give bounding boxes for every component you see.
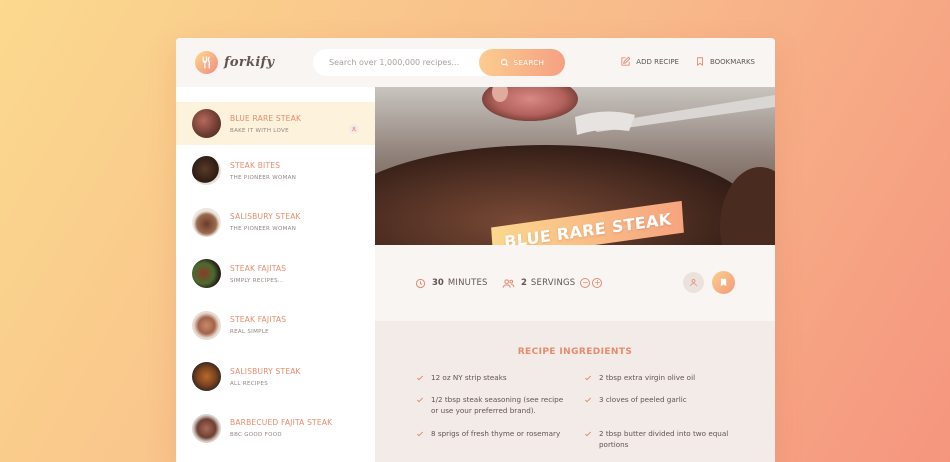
recipe-thumbnail (192, 207, 221, 237)
clock-icon (415, 278, 426, 288)
app-container: forkify SEARCH ADD RECIPE BOOKMARKS (176, 38, 775, 462)
header: forkify SEARCH ADD RECIPE BOOKMARKS (176, 38, 775, 87)
search-input[interactable] (313, 58, 473, 67)
servings: 2 SERVINGS − + (502, 245, 603, 321)
search-form: SEARCH (313, 49, 565, 76)
minutes-value: 30 (432, 278, 444, 288)
result-item[interactable]: BLUE RARE STEAK BAKE IT WITH LOVE (176, 102, 375, 145)
recipe-details: 30 MINUTES 2 SERVINGS − + (375, 245, 775, 321)
ingredient-item: 2 tbsp extra virgin olive oil (584, 372, 734, 383)
recipe-thumbnail (192, 362, 221, 392)
logo-text: forkify (224, 55, 275, 70)
minutes-label: MINUTES (447, 278, 488, 288)
check-icon (584, 431, 592, 437)
result-publisher: THE PIONEER WOMAN (230, 226, 297, 233)
recipe-thumbnail (192, 259, 221, 289)
result-item[interactable]: STEAK BITES THE PIONEER WOMAN (176, 145, 375, 197)
result-publisher: BBC GOOD FOOD (230, 432, 282, 439)
ingredients-heading: RECIPE INGREDIENTS (517, 347, 633, 357)
search-results: BLUE RARE STEAK BAKE IT WITH LOVE STEAK … (176, 87, 375, 462)
bookmark-filled-icon (720, 278, 727, 287)
add-recipe-label: ADD RECIPE (636, 57, 679, 66)
user-generated-icon (683, 272, 704, 293)
servings-label: SERVINGS (530, 278, 576, 288)
search-button-label: SEARCH (513, 58, 545, 67)
recipe-thumbnail (192, 310, 221, 340)
result-publisher: REAL SIMPLE (230, 329, 269, 336)
check-icon (416, 431, 424, 437)
recipe-thumbnail (192, 156, 221, 186)
ingredient-item: 1/2 tbsp steak seasoning (see recipe or … (416, 394, 566, 416)
check-icon (584, 397, 592, 403)
result-title: SALISBURY STEAK (230, 366, 301, 376)
result-publisher: ALL RECIPES (230, 380, 268, 387)
result-item[interactable]: SALISBURY STEAK ALL RECIPES (176, 351, 375, 403)
user-generated-icon (349, 124, 359, 134)
result-title: BARBECUED FAJITA STEAK (230, 418, 333, 428)
check-icon (416, 375, 424, 381)
result-title: STEAK FAJITAS (230, 263, 287, 273)
increase-servings-icon[interactable]: + (592, 278, 603, 288)
ingredient-item: 8 sprigs of fresh thyme or rosemary (416, 428, 566, 439)
result-title: STEAK BITES (230, 160, 281, 170)
bookmark-icon (697, 57, 703, 66)
result-item[interactable]: SALISBURY STEAK THE PIONEER WOMAN (176, 197, 375, 249)
result-item[interactable]: STEAK FAJITAS REAL SIMPLE (176, 300, 375, 352)
decrease-servings-icon[interactable]: − (580, 278, 591, 288)
fork-knife-icon (195, 51, 218, 74)
logo[interactable]: forkify (195, 51, 274, 74)
ingredient-item: 2 tbsp butter divided into two equal por… (584, 428, 734, 450)
result-publisher: SIMPLY RECIPES... (230, 277, 285, 284)
people-icon (502, 278, 515, 288)
recipe-ingredients: RECIPE INGREDIENTS 12 oz NY strip steaks… (375, 321, 775, 462)
recipe-thumbnail (192, 413, 221, 443)
recipe-hero-image: BLUE RARE STEAK (375, 87, 775, 245)
result-publisher: THE PIONEER WOMAN (230, 174, 297, 181)
result-publisher: BAKE IT WITH LOVE (230, 127, 289, 134)
search-button[interactable]: SEARCH (479, 49, 565, 76)
result-item[interactable]: BARBECUED FAJITA STEAK BBC GOOD FOOD (176, 403, 375, 455)
cooking-time: 30 MINUTES (415, 245, 488, 321)
bookmarks-label: BOOKMARKS (709, 57, 755, 66)
check-icon (416, 397, 424, 403)
edit-icon (621, 56, 631, 66)
bookmark-button[interactable] (712, 271, 735, 294)
recipe-thumbnail (192, 109, 221, 138)
search-icon (500, 59, 508, 66)
result-title: SALISBURY STEAK (230, 212, 301, 222)
ingredient-item: 12 oz NY strip steaks (416, 372, 566, 383)
result-title: BLUE RARE STEAK (230, 113, 302, 123)
servings-value: 2 (521, 278, 527, 288)
add-recipe-button[interactable]: ADD RECIPE (620, 56, 679, 67)
nav: ADD RECIPE BOOKMARKS (604, 56, 755, 67)
recipe-view: BLUE RARE STEAK 30 MINUTES 2 SERVINGS − … (375, 87, 775, 462)
ingredient-item: 3 cloves of peeled garlic (584, 394, 734, 405)
check-icon (584, 375, 592, 381)
result-item[interactable]: STEAK FAJITAS SIMPLY RECIPES... (176, 248, 375, 300)
bookmarks-button[interactable]: BOOKMARKS (695, 56, 755, 67)
result-title: STEAK FAJITAS (230, 315, 287, 325)
